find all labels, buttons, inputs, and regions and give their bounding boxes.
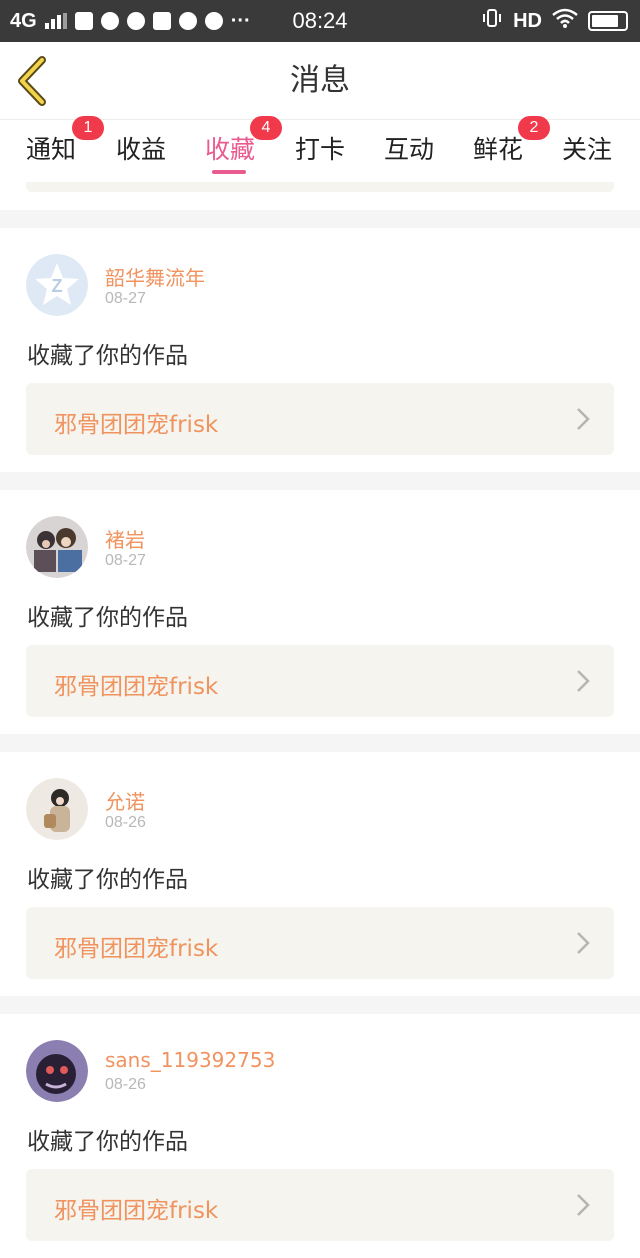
notification-card: Z 韶华舞流年 08-27 收藏了你的作品 邪骨团团宠frisk xyxy=(0,228,640,472)
wifi-icon xyxy=(552,8,578,34)
anime-characters-avatar-icon xyxy=(26,516,88,578)
vibrate-icon xyxy=(481,7,503,35)
timestamp: 08-26 xyxy=(105,814,146,831)
dark-character-avatar-icon xyxy=(26,1040,88,1102)
status-right: HD xyxy=(481,0,628,42)
avatar[interactable] xyxy=(26,516,88,578)
partial-card xyxy=(0,182,640,210)
tab-label: 收益 xyxy=(116,135,167,164)
tab-label: 通知 xyxy=(26,135,77,164)
tab-favorites-badge: 4 xyxy=(250,116,282,140)
tab-checkin[interactable]: 打卡 xyxy=(295,130,345,166)
chevron-right-icon xyxy=(577,932,590,954)
avatar[interactable] xyxy=(26,778,88,840)
battery-icon xyxy=(588,11,628,31)
timestamp: 08-27 xyxy=(105,290,146,307)
tab-notice[interactable]: 通知 xyxy=(26,130,76,166)
tab-label: 打卡 xyxy=(295,135,346,164)
tab-favorites[interactable]: 收藏 xyxy=(205,130,255,166)
username[interactable]: 韶华舞流年 xyxy=(105,262,205,291)
svg-text:Z: Z xyxy=(52,276,63,296)
tab-follow[interactable]: 关注 xyxy=(562,130,612,166)
chevron-right-icon xyxy=(577,1194,590,1216)
action-text: 收藏了你的作品 xyxy=(27,1129,188,1155)
tab-bar: 通知 1 收益 收藏 4 打卡 互动 鲜花 2 关注 xyxy=(0,116,640,182)
username[interactable]: sans_119392753 xyxy=(105,1048,275,1072)
tab-earnings[interactable]: 收益 xyxy=(116,130,166,166)
tab-label: 鲜花 xyxy=(473,135,524,164)
work-title: 邪骨团团宠frisk xyxy=(54,936,219,962)
tab-notice-badge: 1 xyxy=(72,116,104,140)
tab-interaction[interactable]: 互动 xyxy=(384,130,434,166)
work-title: 邪骨团团宠frisk xyxy=(54,674,219,700)
username[interactable]: 允诺 xyxy=(105,786,145,815)
tab-flowers[interactable]: 鲜花 xyxy=(473,130,523,166)
notification-card: 允诺 08-26 收藏了你的作品 邪骨团团宠frisk xyxy=(0,752,640,996)
active-tab-indicator xyxy=(212,170,246,174)
timestamp: 08-26 xyxy=(105,1076,146,1093)
action-text: 收藏了你的作品 xyxy=(27,605,188,631)
chevron-right-icon xyxy=(577,408,590,430)
notification-card: sans_119392753 08-26 收藏了你的作品 邪骨团团宠frisk xyxy=(0,1014,640,1258)
girl-photo-avatar-icon xyxy=(26,778,88,840)
tab-label: 收藏 xyxy=(205,135,256,164)
tab-flowers-badge: 2 xyxy=(518,116,550,140)
hd-label: HD xyxy=(513,9,542,32)
status-bar: 4G ··· 08:24 HD xyxy=(0,0,640,42)
page-title: 消息 xyxy=(290,63,350,98)
partial-work-box[interactable] xyxy=(26,182,614,192)
action-text: 收藏了你的作品 xyxy=(27,867,188,893)
work-link[interactable]: 邪骨团团宠frisk xyxy=(26,1169,614,1241)
username[interactable]: 褚岩 xyxy=(105,524,145,553)
work-title: 邪骨团团宠frisk xyxy=(54,412,219,438)
tab-label: 关注 xyxy=(562,135,613,164)
work-link[interactable]: 邪骨团团宠frisk xyxy=(26,907,614,979)
work-link[interactable]: 邪骨团团宠frisk xyxy=(26,645,614,717)
tab-label: 互动 xyxy=(384,135,435,164)
timestamp: 08-27 xyxy=(105,552,146,569)
qq-star-avatar-icon: Z xyxy=(26,254,88,316)
chevron-right-icon xyxy=(577,670,590,692)
action-text: 收藏了你的作品 xyxy=(27,343,188,369)
work-link[interactable]: 邪骨团团宠frisk xyxy=(26,383,614,455)
avatar[interactable] xyxy=(26,1040,88,1102)
avatar[interactable]: Z xyxy=(26,254,88,316)
nav-header: 消息 xyxy=(0,42,640,120)
notification-card: 褚岩 08-27 收藏了你的作品 邪骨团团宠frisk xyxy=(0,490,640,734)
work-title: 邪骨团团宠frisk xyxy=(54,1198,219,1224)
